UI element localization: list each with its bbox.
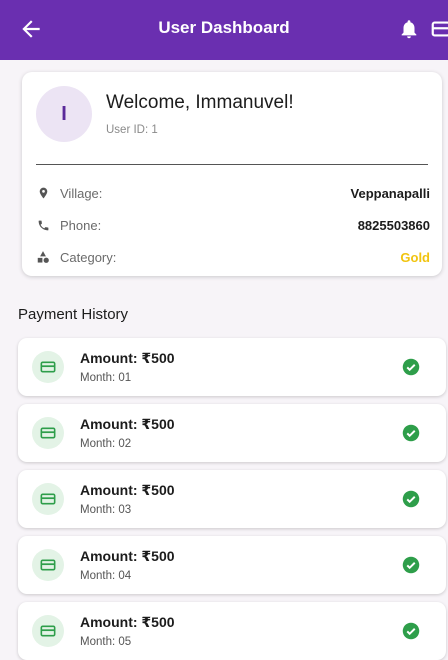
phone-icon: [36, 218, 50, 232]
payment-month: Month: 04: [80, 570, 132, 582]
payment-amount: Amount: ₹500: [80, 350, 175, 366]
info-row-village: Village: Veppanapalli: [36, 182, 430, 204]
credit-card-icon: [32, 351, 64, 383]
menu-icon[interactable]: [430, 18, 448, 40]
category-icon: [36, 250, 50, 264]
village-value: Veppanapalli: [350, 185, 430, 201]
category-label: Category:: [60, 249, 117, 265]
phone-label: Phone:: [60, 217, 102, 233]
payment-amount: Amount: ₹500: [80, 614, 175, 630]
profile-card: I Welcome, Immanuvel! User ID: 1 Village…: [22, 72, 442, 276]
credit-card-icon: [32, 549, 64, 581]
check-circle-icon: [402, 556, 420, 574]
divider: [36, 164, 428, 165]
phone-value: 8825503860: [357, 217, 430, 233]
check-circle-icon: [402, 424, 420, 442]
payment-item[interactable]: Amount: ₹500 Month: 02: [18, 404, 446, 462]
avatar: I: [36, 86, 92, 142]
village-label: Village:: [60, 185, 103, 201]
location-pin-icon: [36, 186, 50, 200]
payment-amount: Amount: ₹500: [80, 482, 175, 498]
payment-item[interactable]: Amount: ₹500 Month: 04: [18, 536, 446, 594]
credit-card-icon: [32, 417, 64, 449]
payment-history-title: Payment History: [18, 306, 129, 323]
payment-item[interactable]: Amount: ₹500 Month: 03: [18, 470, 446, 528]
check-circle-icon: [402, 358, 420, 376]
payment-month: Month: 03: [80, 504, 132, 516]
payment-month: Month: 01: [80, 372, 132, 384]
payment-item[interactable]: Amount: ₹500 Month: 01: [18, 338, 446, 396]
info-row-phone: Phone: 8825503860: [36, 214, 430, 236]
check-circle-icon: [402, 622, 420, 640]
payment-amount: Amount: ₹500: [80, 416, 175, 432]
user-id: User ID: 1: [106, 124, 158, 136]
info-row-category: Category: Gold: [36, 246, 430, 268]
notification-bell-icon[interactable]: [398, 18, 420, 40]
welcome-text: Welcome, Immanuvel!: [106, 92, 294, 113]
page-title: User Dashboard: [158, 18, 290, 37]
credit-card-icon: [32, 615, 64, 647]
payment-month: Month: 02: [80, 438, 132, 450]
payment-amount: Amount: ₹500: [80, 548, 175, 564]
payment-item[interactable]: Amount: ₹500 Month: 05: [18, 602, 446, 660]
check-circle-icon: [402, 490, 420, 508]
credit-card-icon: [32, 483, 64, 515]
category-value: Gold: [400, 249, 430, 265]
payment-month: Month: 05: [80, 636, 132, 648]
app-bar: User Dashboard: [0, 0, 448, 60]
